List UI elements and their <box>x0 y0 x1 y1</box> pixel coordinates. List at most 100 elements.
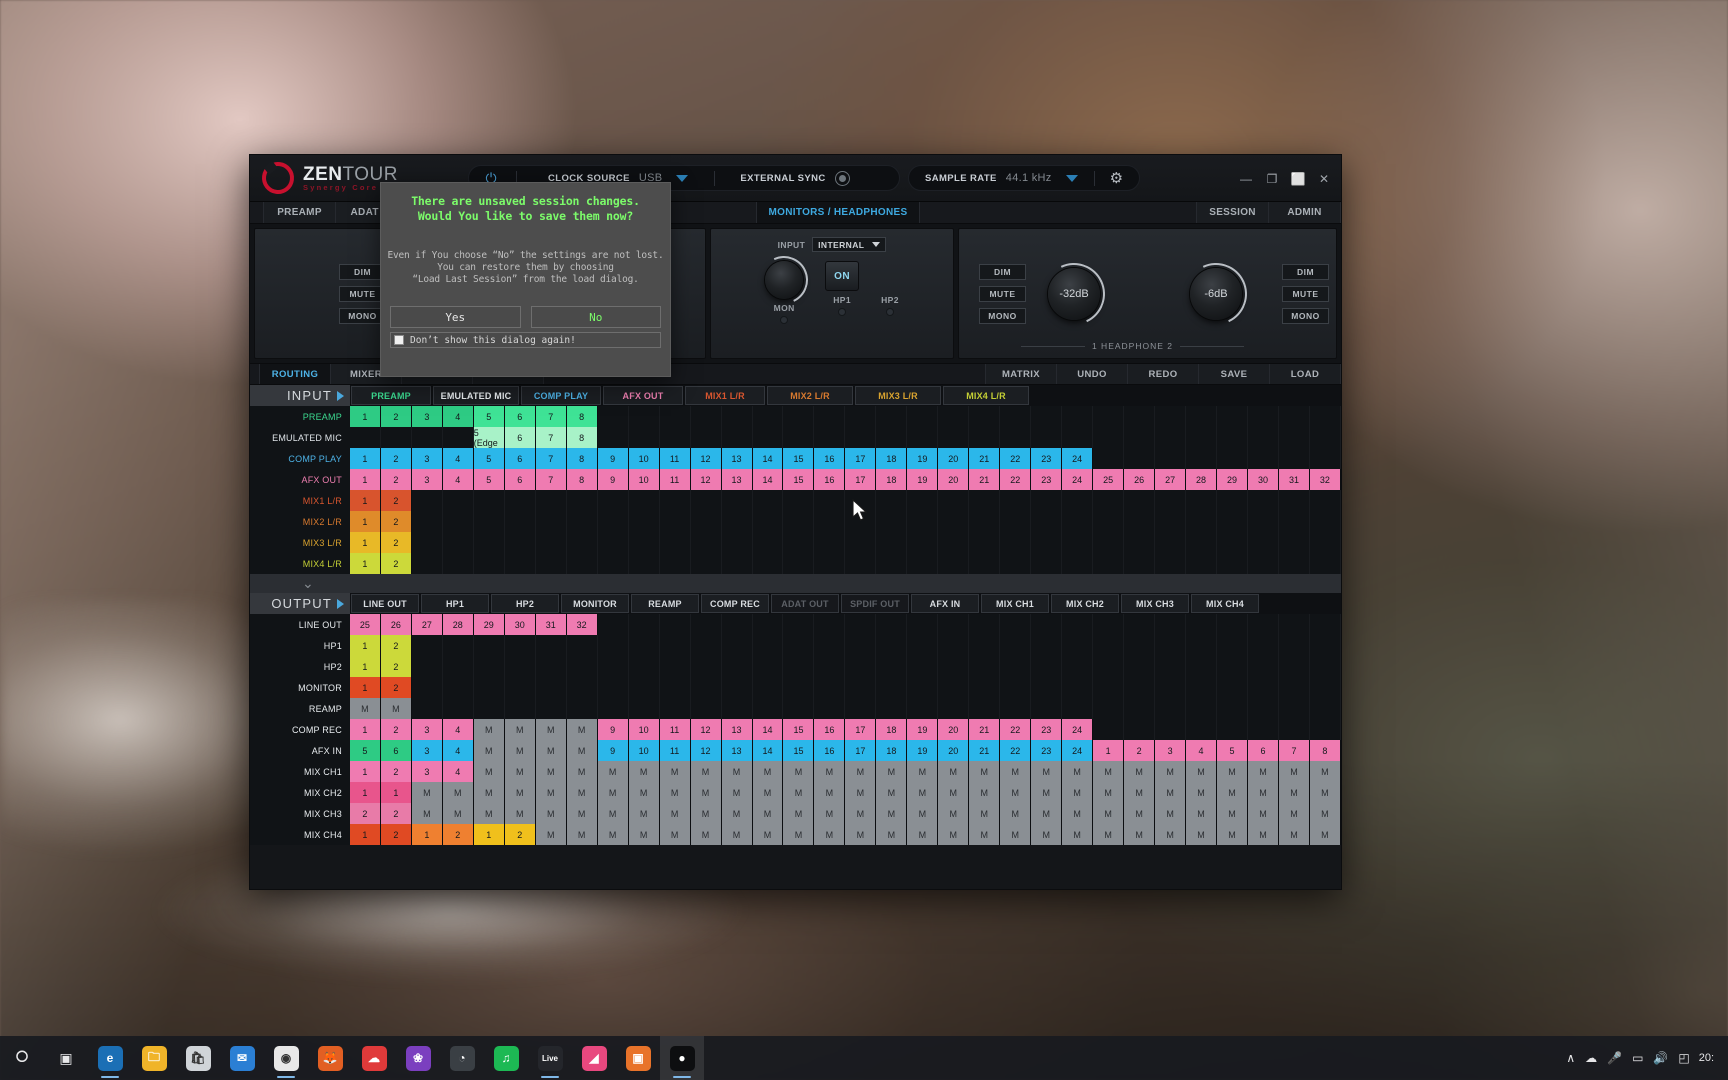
column-tab-mix-ch1[interactable]: MIX CH1 <box>981 594 1049 613</box>
taskbar-edge-icon[interactable]: e <box>88 1036 132 1080</box>
matrix-cell[interactable]: M <box>442 803 474 824</box>
matrix-cell[interactable]: M <box>1278 824 1310 845</box>
matrix-cell[interactable]: 6 <box>504 427 536 448</box>
matrix-cell[interactable]: M <box>1093 803 1125 824</box>
matrix-cell[interactable] <box>1124 406 1156 427</box>
matrix-cell[interactable] <box>505 532 536 553</box>
column-tab-adat-out[interactable]: ADAT OUT <box>771 594 839 613</box>
tool-button-redo[interactable]: REDO <box>1128 364 1199 384</box>
matrix-cell[interactable]: M <box>566 740 598 761</box>
matrix-cell[interactable] <box>1310 532 1341 553</box>
matrix-cell[interactable] <box>1155 553 1187 574</box>
matrix-cell[interactable] <box>412 553 443 574</box>
matrix-cell[interactable] <box>969 635 1001 656</box>
matrix-cell[interactable]: M <box>1309 803 1341 824</box>
matrix-cell[interactable]: M <box>969 803 1001 824</box>
matrix-cell[interactable] <box>1062 698 1094 719</box>
matrix-cell[interactable]: 12 <box>690 448 722 469</box>
matrix-cell[interactable] <box>505 511 536 532</box>
matrix-cell[interactable] <box>598 553 629 574</box>
matrix-cell[interactable] <box>907 656 939 677</box>
matrix-cell[interactable] <box>1093 427 1125 448</box>
matrix-cell[interactable] <box>1124 677 1156 698</box>
onedrive-tray-icon[interactable]: ☁ <box>1580 1036 1602 1080</box>
matrix-cell[interactable] <box>536 490 567 511</box>
matrix-cell[interactable]: 18 <box>876 719 908 740</box>
matrix-cell[interactable] <box>1124 427 1156 448</box>
matrix-cell[interactable]: 24 <box>1062 469 1094 490</box>
matrix-cell[interactable] <box>1093 698 1125 719</box>
matrix-cell[interactable]: 25 <box>1093 469 1125 490</box>
matrix-cell[interactable]: M <box>473 782 505 803</box>
matrix-cell[interactable] <box>1248 635 1279 656</box>
matrix-cell[interactable]: 2 <box>380 824 412 845</box>
column-tab-line-out[interactable]: LINE OUT <box>351 594 419 613</box>
matrix-cell[interactable] <box>722 656 753 677</box>
matrix-cell[interactable] <box>1310 614 1341 635</box>
matrix-cell[interactable]: 10 <box>628 740 660 761</box>
matrix-cell[interactable] <box>1155 614 1187 635</box>
matrix-cell[interactable] <box>783 427 815 448</box>
matrix-cell[interactable]: 11 <box>659 740 691 761</box>
matrix-cell[interactable]: M <box>969 782 1001 803</box>
matrix-cell[interactable] <box>876 656 908 677</box>
column-tab-reamp[interactable]: REAMP <box>631 594 699 613</box>
taskbar-browser2-icon[interactable]: ◔ <box>440 1036 484 1080</box>
matrix-cell[interactable]: 3 <box>411 469 443 490</box>
matrix-cell[interactable]: 18 <box>876 469 908 490</box>
matrix-cell[interactable] <box>660 406 691 427</box>
matrix-cell[interactable] <box>474 656 505 677</box>
matrix-cell[interactable]: M <box>659 803 691 824</box>
matrix-cell[interactable]: M <box>1186 803 1218 824</box>
matrix-cell[interactable] <box>598 677 629 698</box>
matrix-cell[interactable] <box>1186 511 1218 532</box>
matrix-cell[interactable]: M <box>1093 824 1125 845</box>
matrix-cell[interactable] <box>1310 511 1341 532</box>
matrix-cell[interactable]: M <box>1124 824 1156 845</box>
matrix-cell[interactable] <box>1310 406 1341 427</box>
matrix-cell[interactable] <box>1217 511 1248 532</box>
matrix-cell[interactable] <box>1186 448 1218 469</box>
matrix-cell[interactable]: 18 <box>876 740 908 761</box>
matrix-cell[interactable]: 30 <box>1248 469 1279 490</box>
input-header-corner[interactable]: INPUT <box>250 385 350 406</box>
matrix-cell[interactable] <box>1155 490 1187 511</box>
external-sync-control[interactable]: EXTERNAL SYNC <box>718 170 850 186</box>
matrix-cell[interactable]: 9 <box>597 469 629 490</box>
matrix-cell[interactable] <box>1217 448 1248 469</box>
matrix-cell[interactable]: 31 <box>535 614 567 635</box>
matrix-cell[interactable] <box>1000 532 1032 553</box>
matrix-cell[interactable] <box>1248 553 1279 574</box>
matrix-cell[interactable]: M <box>938 803 970 824</box>
matrix-cell[interactable] <box>1217 656 1248 677</box>
dialog-no-button[interactable]: No <box>530 306 661 328</box>
matrix-cell[interactable]: M <box>783 824 815 845</box>
matrix-cell[interactable] <box>505 553 536 574</box>
matrix-cell[interactable] <box>1031 490 1063 511</box>
matrix-cell[interactable]: M <box>597 761 629 782</box>
matrix-cell[interactable] <box>350 427 381 448</box>
matrix-cell[interactable]: M <box>1031 782 1063 803</box>
matrix-cell[interactable] <box>907 635 939 656</box>
matrix-cell[interactable]: 11 <box>659 719 691 740</box>
matrix-cell[interactable] <box>969 553 1001 574</box>
matrix-cell[interactable]: M <box>504 761 536 782</box>
matrix-cell[interactable] <box>443 511 474 532</box>
matrix-cell[interactable] <box>876 698 908 719</box>
matrix-cell[interactable] <box>691 656 722 677</box>
matrix-cell[interactable] <box>722 677 753 698</box>
matrix-cell[interactable] <box>814 406 846 427</box>
matrix-cell[interactable]: M <box>814 803 846 824</box>
matrix-cell[interactable] <box>722 553 753 574</box>
matrix-cell[interactable] <box>876 532 908 553</box>
matrix-cell[interactable]: 10 <box>628 469 660 490</box>
matrix-cell[interactable] <box>660 656 691 677</box>
matrix-cell[interactable] <box>876 614 908 635</box>
matrix-cell[interactable]: M <box>535 803 567 824</box>
matrix-cell[interactable]: 3 <box>411 448 443 469</box>
matrix-cell[interactable] <box>1062 677 1094 698</box>
matrix-cell[interactable]: 2 <box>380 803 412 824</box>
matrix-cell[interactable]: M <box>504 782 536 803</box>
matrix-cell[interactable]: M <box>783 782 815 803</box>
matrix-cell[interactable] <box>1124 490 1156 511</box>
